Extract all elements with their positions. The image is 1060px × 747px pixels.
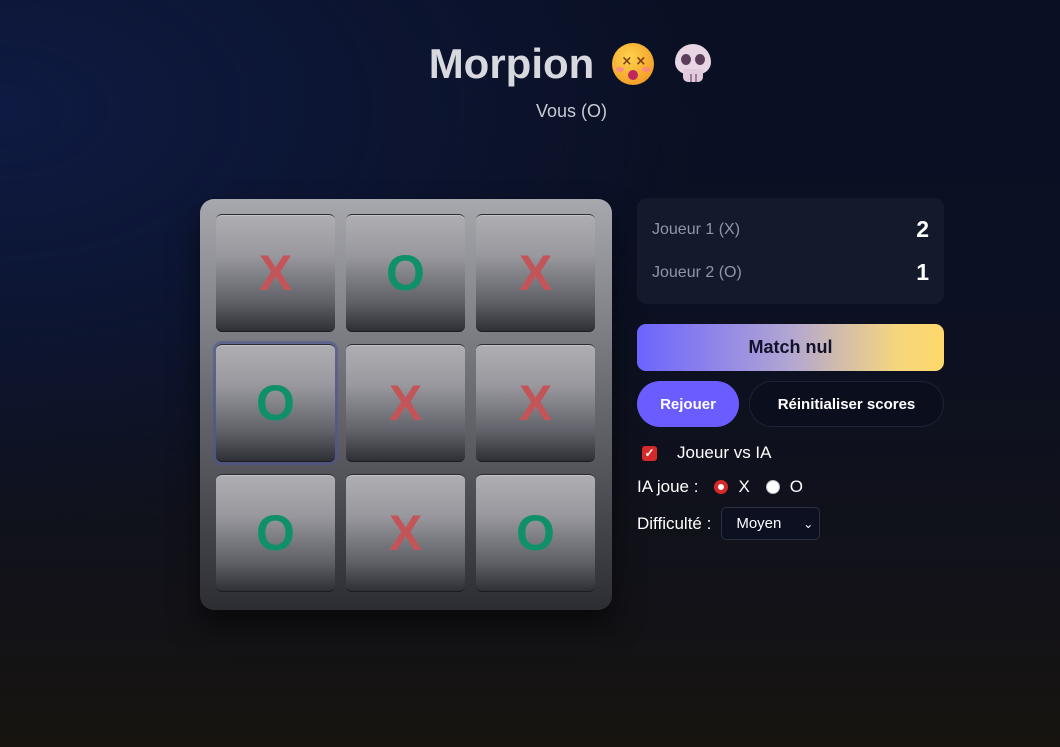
difficulty-option: Difficulté : Moyen ⌄ — [637, 507, 821, 540]
difficulty-select[interactable]: Moyen ⌄ — [721, 507, 821, 540]
score-label: Joueur 1 (X) — [652, 220, 741, 238]
score-label: Joueur 2 (O) — [652, 263, 742, 281]
title-text: Morpion — [428, 40, 595, 87]
board-cell[interactable]: O — [346, 214, 465, 332]
board-cell[interactable]: O — [216, 474, 335, 592]
difficulty-label: Difficulté : — [637, 513, 712, 533]
ai-plays-o-label: O — [789, 477, 804, 496]
ai-plays-x-label: X — [738, 477, 750, 496]
score-value: 2 — [916, 216, 929, 242]
player-turn-subtitle: Vous (O) — [535, 101, 608, 121]
game-status-banner: Match nul — [637, 324, 944, 371]
ai-plays-x-radio[interactable] — [714, 480, 729, 494]
score-row-player-1: Joueur 1 (X) 2 — [652, 216, 929, 243]
replay-button[interactable]: Rejouer — [637, 381, 739, 427]
board-cell[interactable]: O — [216, 344, 335, 462]
score-row-player-2: Joueur 2 (O) 1 — [652, 259, 929, 286]
reset-scores-button[interactable]: Réinitialiser scores — [749, 381, 944, 427]
game-board: X O X O X X O X O — [200, 199, 612, 610]
score-value: 1 — [916, 259, 929, 285]
board-cell[interactable]: X — [346, 474, 465, 592]
board-cell[interactable]: X — [476, 214, 595, 332]
vs-ai-option: ✓ Joueur vs IA — [637, 443, 772, 463]
chevron-down-icon: ⌄ — [803, 516, 814, 531]
ai-plays-label: IA joue : — [637, 477, 699, 496]
board-cell[interactable]: X — [476, 344, 595, 462]
ai-plays-option: IA joue : X O — [637, 477, 819, 497]
skull-icon — [672, 43, 714, 85]
board-cell[interactable]: X — [216, 214, 335, 332]
board-cell[interactable]: O — [476, 474, 595, 592]
board-cell[interactable]: X — [346, 344, 465, 462]
ai-plays-o-radio[interactable] — [765, 480, 780, 494]
dizzy-face-icon: × × — [612, 43, 655, 85]
difficulty-value: Moyen — [736, 515, 782, 532]
vs-ai-label: Joueur vs IA — [677, 443, 772, 462]
page-title: Morpion × × — [0, 40, 1060, 88]
scoreboard: Joueur 1 (X) 2 Joueur 2 (O) 1 — [637, 198, 944, 304]
vs-ai-checkbox[interactable]: ✓ — [642, 445, 657, 461]
